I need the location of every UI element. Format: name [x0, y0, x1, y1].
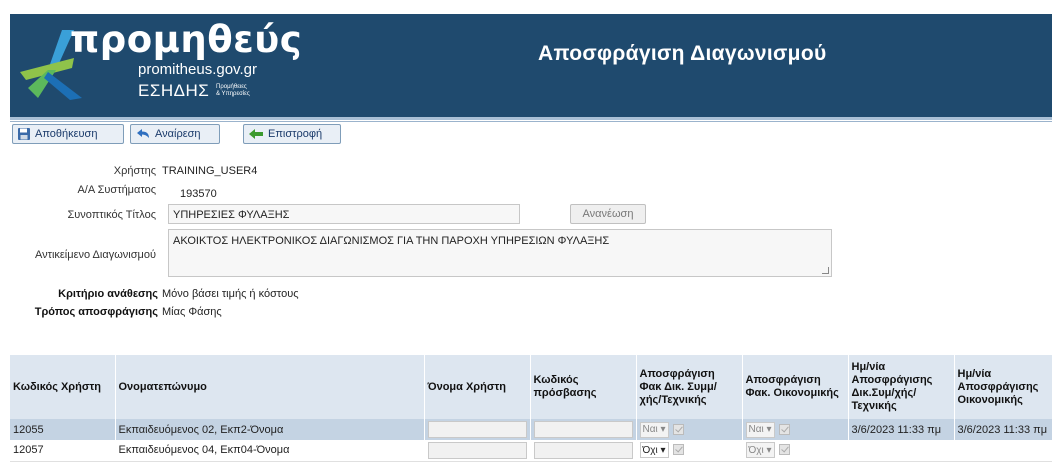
table-header-row: Κωδικός Χρήστη Ονοματεπώνυμο Όνομα Χρήστ… [10, 355, 1052, 419]
user-value: TRAINING_USER4 [162, 165, 258, 177]
tech-opening-select-value: Όχι [642, 444, 658, 456]
header-banner: προμηθεύς promitheus.gov.gr ΕΣΗΔΗΣ Προμή… [10, 14, 1052, 120]
col-header-fin-date[interactable]: Ημ/νία Αποσφράγισης Οικονομικής [954, 355, 1052, 419]
logo-esidis: ΕΣΗΔΗΣ [138, 81, 210, 100]
page-title: Αποσφράγιση Διαγωνισμού [538, 42, 827, 65]
opening-mode-label: Τρόπος αποσφράγισης [34, 306, 158, 318]
col-header-user-code[interactable]: Κωδικός Χρήστη [10, 355, 116, 419]
logo-subtitle-line1: Προμήθειες [216, 84, 247, 90]
col-header-fin-opening[interactable]: Αποσφράγιση Φακ. Οικονομικής [742, 355, 849, 419]
chevron-down-icon: ▾ [660, 444, 666, 456]
tech-opening-select[interactable]: Όχι ▾ [639, 442, 669, 459]
save-button[interactable]: Αποθήκευση [12, 124, 124, 144]
save-button-label: Αποθήκευση [35, 128, 98, 140]
undo-button-label: Αναίρεση [155, 128, 201, 140]
col-header-full-name[interactable]: Ονοματεπώνυμο [115, 355, 425, 419]
username-input[interactable] [427, 441, 527, 459]
fin-date-cell [954, 440, 1052, 462]
fin-opening-select[interactable]: Ναι ▾ [745, 421, 775, 438]
tech-opening-cell: Ναι ▾ [636, 419, 743, 440]
tech-opening-checkbox[interactable] [672, 444, 684, 456]
sysid-value: 193570 [180, 188, 217, 200]
refresh-button[interactable]: Ανανέωση [570, 204, 646, 224]
fin-opening-cell: Ναι ▾ [742, 419, 849, 440]
tech-date-cell: 3/6/2023 11:33 πμ [848, 419, 955, 440]
username-input[interactable] [427, 421, 527, 438]
tech-opening-cell: Όχι ▾ [636, 440, 743, 462]
undo-button[interactable]: Αναίρεση [130, 124, 220, 144]
chevron-down-icon: ▾ [660, 424, 666, 435]
fin-date-cell: 3/6/2023 11:33 πμ [954, 419, 1052, 440]
logo-subtitle-line2: & Υπηρεσίες [216, 91, 250, 97]
logo-subtitle: Προμήθειες & Υπηρεσίες [216, 84, 276, 98]
full-name-cell: Εκπαιδευόμενος 02, Εκπ2-Όνομα [115, 419, 425, 440]
resize-handle-icon[interactable] [822, 267, 829, 274]
committee-members-table: Κωδικός Χρήστη Ονοματεπώνυμο Όνομα Χρήστ… [10, 355, 1052, 462]
password-cell [530, 440, 637, 462]
col-header-username[interactable]: Όνομα Χρήστη [424, 355, 531, 419]
col-header-tech-date[interactable]: Ημ/νία Αποσφράγισης Δικ.Συμ/χής/ Τεχνική… [848, 355, 955, 419]
table-row[interactable]: 12057 Εκπαιδευόμενος 04, Εκπ04-Όνομα Όχι… [10, 440, 1052, 462]
short-title-label: Συνοπτικός Τίτλος [67, 209, 156, 221]
user-code-cell: 12055 [10, 419, 116, 440]
subject-textarea[interactable]: ΑΚΟΙΚΤΟΣ ΗΛΕΚΤΡΟΝΙΚΟΣ ΔΙΑΓΩΝΙΣΜΟΣ ΓΙΑ ΤΗ… [168, 229, 832, 277]
logo-wordmark: προμηθεύς [70, 18, 303, 61]
undo-arrow-icon [137, 129, 149, 138]
floppy-disk-icon [18, 128, 30, 140]
table-row[interactable]: 12055 Εκπαιδευόμενος 02, Εκπ2-Όνομα Ναι … [10, 419, 1052, 440]
tech-date-cell [848, 440, 955, 462]
subject-value: ΑΚΟΙΚΤΟΣ ΗΛΕΚΤΡΟΝΙΚΟΣ ΔΙΑΓΩΝΙΣΜΟΣ ΓΙΑ ΤΗ… [173, 235, 610, 247]
col-header-tech-opening[interactable]: Αποσφράγιση Φακ Δικ. Συμμ/χής/Τεχνικής [636, 355, 743, 419]
chevron-down-icon: ▾ [766, 444, 772, 456]
promitheus-logo[interactable]: προμηθεύς promitheus.gov.gr ΕΣΗΔΗΣ Προμή… [10, 14, 302, 120]
col-header-password[interactable]: Κωδικός πρόσβασης [530, 355, 637, 419]
back-button-label: Επιστροφή [268, 128, 323, 140]
fin-opening-select-value: Όχι [748, 444, 764, 456]
username-cell [424, 440, 531, 462]
fin-opening-checkbox[interactable] [778, 423, 790, 435]
opening-mode-value: Μίας Φάσης [162, 306, 222, 318]
user-label: Χρήστης [113, 165, 156, 177]
password-cell [530, 419, 637, 440]
password-input[interactable] [533, 441, 633, 459]
sysid-label: Α/Α Συστήματος [77, 184, 156, 196]
back-arrow-icon [249, 129, 263, 139]
criterion-label: Κριτήριο ανάθεσης [58, 288, 158, 300]
toolbar: Αποθήκευση Αναίρεση Επιστροφή [10, 121, 1052, 147]
fin-opening-cell: Όχι ▾ [742, 440, 849, 462]
tech-opening-checkbox[interactable] [672, 423, 684, 435]
username-cell [424, 419, 531, 440]
chevron-down-icon: ▾ [766, 424, 772, 435]
full-name-cell: Εκπαιδευόμενος 04, Εκπ04-Όνομα [115, 440, 425, 462]
back-button[interactable]: Επιστροφή [243, 124, 341, 144]
subject-label: Αντικείμενο Διαγωνισμού [34, 249, 156, 261]
tech-opening-select-value: Ναι [642, 424, 658, 435]
logo-url: promitheus.gov.gr [138, 61, 257, 78]
tech-opening-select[interactable]: Ναι ▾ [639, 421, 669, 438]
fin-opening-select-value: Ναι [748, 424, 764, 435]
fin-opening-select[interactable]: Όχι ▾ [745, 442, 775, 459]
user-code-cell: 12057 [10, 440, 116, 462]
fin-opening-checkbox[interactable] [778, 444, 790, 456]
password-input[interactable] [533, 421, 633, 438]
page: προμηθεύς promitheus.gov.gr ΕΣΗΔΗΣ Προμή… [0, 0, 1052, 465]
criterion-value: Μόνο βάσει τιμής ή κόστους [162, 288, 299, 300]
short-title-field[interactable]: ΥΠΗΡΕΣΙΕΣ ΦΥΛΑΞΗΣ [168, 204, 520, 224]
